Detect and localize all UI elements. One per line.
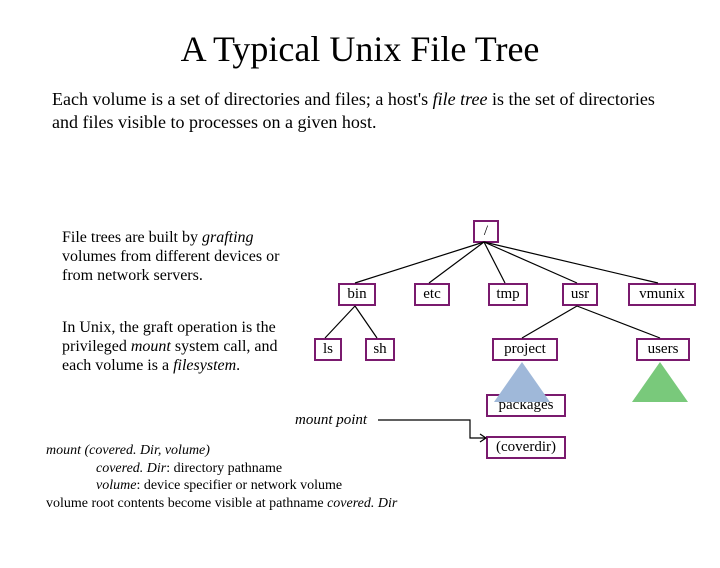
para-grafting: File trees are built by grafting volumes… bbox=[62, 228, 287, 286]
node-ls: ls bbox=[314, 338, 342, 361]
syntax-l4b: covered. Dir bbox=[327, 496, 397, 511]
para-mount: In Unix, the graft operation is the priv… bbox=[62, 318, 292, 376]
para2-italic1: mount bbox=[131, 338, 171, 355]
node-etc: etc bbox=[414, 283, 450, 306]
para1a: File trees are built by bbox=[62, 229, 202, 246]
intro-text: Each volume is a set of directories and … bbox=[52, 88, 668, 133]
para2c: . bbox=[236, 357, 240, 374]
node-coverdir: (coverdir) bbox=[486, 436, 566, 459]
intro-part1: Each volume is a set of directories and … bbox=[52, 89, 433, 109]
mount-point-label: mount point bbox=[295, 412, 367, 429]
triangle-project-icon bbox=[494, 362, 550, 402]
syntax-l1: mount (covered. Dir, volume) bbox=[46, 442, 446, 460]
slide-title: A Typical Unix File Tree bbox=[0, 28, 720, 70]
node-project: project bbox=[492, 338, 558, 361]
node-root: / bbox=[473, 220, 499, 243]
syntax-l3b-normal: : device specifier or network volume bbox=[136, 478, 342, 493]
triangle-users-icon bbox=[632, 362, 688, 402]
mount-syntax: mount (covered. Dir, volume) covered. Di… bbox=[46, 442, 446, 512]
node-tmp: tmp bbox=[488, 283, 528, 306]
para2-italic2: filesystem bbox=[173, 357, 236, 374]
syntax-l2a: covered. Dir bbox=[96, 461, 166, 476]
syntax-l2b-normal: : directory pathname bbox=[166, 461, 282, 476]
syntax-l4: volume root contents become visible at p… bbox=[46, 495, 446, 513]
intro-italic: file tree bbox=[433, 89, 488, 109]
node-vmunix: vmunix bbox=[628, 283, 696, 306]
para1b: volumes from different devices or from n… bbox=[62, 248, 279, 284]
syntax-l4a: volume root contents become visible at p… bbox=[46, 496, 327, 511]
syntax-l2: covered. Dir: directory pathname bbox=[46, 460, 446, 478]
syntax-l3a: volume bbox=[96, 478, 136, 493]
para1-italic: grafting bbox=[202, 229, 254, 246]
node-users: users bbox=[636, 338, 690, 361]
node-sh: sh bbox=[365, 338, 395, 361]
node-bin: bin bbox=[338, 283, 376, 306]
syntax-l3: volume: device specifier or network volu… bbox=[46, 477, 446, 495]
node-usr: usr bbox=[562, 283, 598, 306]
